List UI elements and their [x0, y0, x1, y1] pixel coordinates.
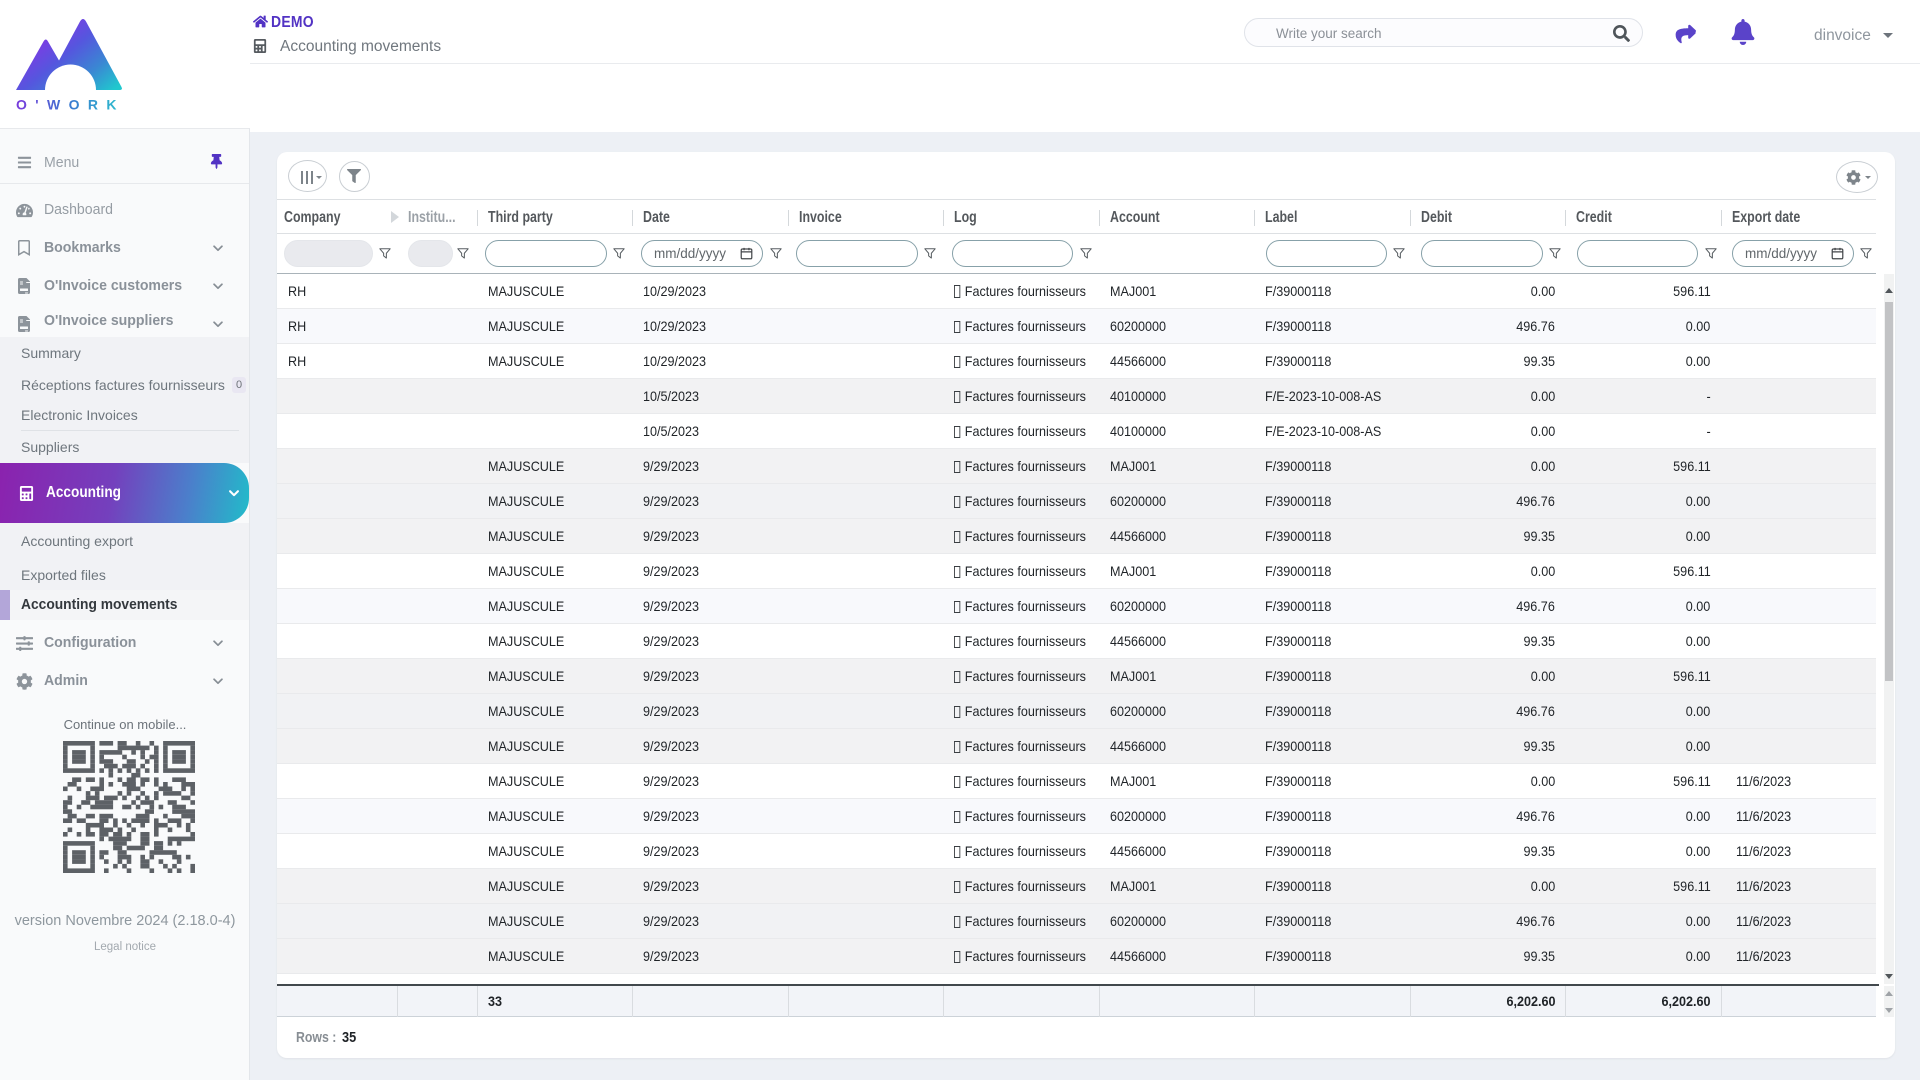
svg-text:O'WORK: O'WORK: [16, 97, 125, 113]
